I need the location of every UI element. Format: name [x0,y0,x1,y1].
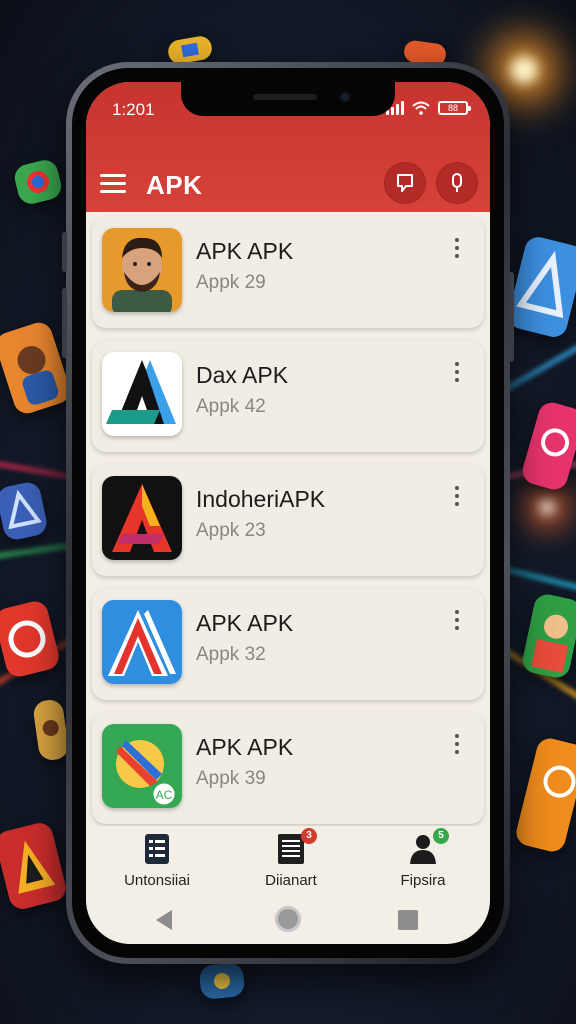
system-navigation-bar [86,900,490,940]
more-options-icon[interactable] [450,238,464,262]
app-name: Dax APK [196,362,289,388]
floating-app-tile [198,961,246,1001]
nav-label: Untonsiiai [124,872,190,889]
microphone-action-button[interactable] [436,162,478,204]
power-button [509,272,514,362]
battery-level: 88 [447,103,458,113]
blue-red-a-logo-icon [102,600,182,684]
list-item[interactable]: AC APK APK Appk 39 [92,712,484,824]
microphone-icon [452,173,462,192]
app-subtitle: Appk 29 [196,272,266,293]
home-icon[interactable] [275,906,301,932]
red-yellow-a-logo-icon [102,476,182,560]
status-time: 1:201 [112,100,155,119]
bookmark-icon [397,174,413,192]
more-options-icon[interactable] [450,486,464,510]
front-camera [339,91,351,103]
nav-item-fipsira[interactable]: 5 Fipsira [358,826,488,889]
app-name: APK APK [196,238,294,264]
notification-badge: 3 [301,828,317,844]
nav-label: Diianart [265,872,317,889]
green-compass-icon: AC [102,724,182,808]
more-options-icon[interactable] [450,610,464,634]
battery-icon: 88 [438,101,471,115]
bookmark-action-button[interactable] [384,162,426,204]
dax-a-logo-icon [102,352,182,436]
notification-badge: 5 [433,828,449,844]
list-item[interactable]: APK APK Appk 29 [92,216,484,328]
app-subtitle: Appk 32 [196,644,266,665]
app-name: APK APK [196,610,294,636]
hamburger-menu-icon[interactable] [100,174,126,194]
phone-frame: 1:201 88 APK APK APK Appk 29 Dax APK App… [62,62,514,964]
more-options-icon[interactable] [450,362,464,386]
list-item[interactable]: APK APK Appk 32 [92,588,484,700]
app-subtitle: Appk 39 [196,768,266,789]
wifi-icon [412,101,430,115]
app-list: APK APK Appk 29 Dax APK Appk 42 Indoheri… [92,216,484,836]
app-bar: APK [86,156,490,212]
status-icons: 88 [386,101,471,115]
app-name: APK APK [196,734,294,760]
document-icon: 3 [275,828,317,866]
app-subtitle: Appk 42 [196,396,266,417]
man-avatar-icon [102,228,182,312]
app-name: IndoheriAPK [196,486,326,512]
list-item[interactable]: IndoheriAPK Appk 23 [92,464,484,576]
svg-text:AC: AC [156,788,173,802]
back-icon[interactable] [156,910,172,930]
notch [181,82,395,116]
nav-item-diianart[interactable]: 3 Diianart [226,826,356,889]
earpiece [253,94,317,100]
recent-apps-icon[interactable] [398,910,418,930]
volume-up-button [62,232,67,272]
app-subtitle: Appk 23 [196,520,266,541]
phone-screen: 1:201 88 APK APK APK Appk 29 Dax APK App… [86,82,490,944]
volume-down-button [62,288,67,358]
more-options-icon[interactable] [450,734,464,758]
list-item[interactable]: Dax APK Appk 42 [92,340,484,452]
app-title: APK [146,170,203,200]
nav-label: Fipsira [400,872,446,889]
list-icon [141,832,173,866]
person-icon: 5 [407,828,449,866]
nav-item-untonsiiai[interactable]: Untonsiiai [92,826,222,889]
bottom-navigation: Untonsiiai 3 Diianart 5 Fipsira [86,826,490,898]
